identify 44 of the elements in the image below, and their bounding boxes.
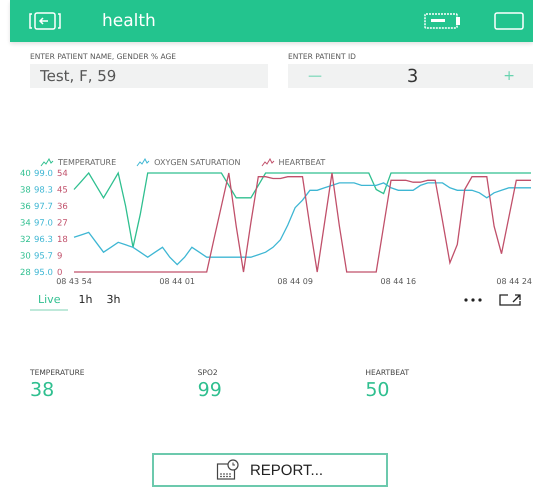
axis-tick-label: 38 [20, 186, 31, 196]
legend-label: TEMPERATURE [58, 158, 116, 166]
axis-tick-label: 98.3 [34, 186, 53, 196]
readout-value: 99 [198, 379, 223, 401]
window-icon[interactable] [493, 11, 525, 31]
axis-tick-label: 95.7 [34, 252, 53, 262]
app-title: health [102, 11, 157, 31]
axis-tick-label: 95.0 [34, 268, 53, 278]
axis-tick-label: 40 [20, 169, 31, 179]
axis-tick-label: 45 [57, 186, 68, 196]
axis-tick-label: 54 [57, 169, 68, 179]
readout-value: 50 [365, 379, 391, 401]
axis-tick-label: 9 [57, 252, 62, 262]
axis-tick-label: 99.0 [34, 169, 53, 179]
stepper-value: 3 [406, 66, 418, 86]
calendar-clock-icon [216, 459, 240, 481]
axis-tick-label: 32 [20, 235, 31, 245]
axis-tick-label: 08 44 16 [380, 277, 416, 286]
legend-label: HEARTBEAT [278, 158, 326, 166]
axis-tick-label: 18 [57, 235, 68, 245]
exit-icon[interactable] [28, 10, 62, 32]
axis-tick-label: 97.0 [34, 218, 53, 228]
expand-icon[interactable] [499, 293, 521, 307]
axis-tick-label: 30 [20, 252, 31, 262]
battery-icon[interactable] [423, 11, 463, 31]
axis-tick-label: 0 [57, 268, 62, 278]
axis-tick-label: 08 44 09 [277, 277, 313, 286]
axis-tick-label: 08 43 54 [56, 277, 92, 286]
axis-tick-label: 08 44 01 [159, 277, 195, 286]
axis-tick-label: 08 44 24 [496, 277, 532, 286]
axis-tick-label: 28 [20, 268, 31, 278]
axis-tick-label: 36 [57, 202, 68, 212]
legend-label: OXYGEN SATURATION [154, 158, 241, 166]
axis-tick-label: 27 [57, 218, 68, 228]
readout-value: 38 [30, 379, 56, 401]
range-tab[interactable]: 1h [74, 290, 96, 310]
report-button[interactable]: REPORT... [152, 453, 388, 487]
axis-tick-label: 96.3 [34, 235, 53, 245]
more-icon[interactable] [463, 297, 483, 303]
axis-tick-label: 36 [20, 202, 31, 212]
axis-tick-label: 97.7 [34, 202, 53, 212]
axis-tick-label: 34 [20, 218, 31, 228]
name-input-field[interactable]: Test, F, 59 [30, 64, 268, 88]
range-tab[interactable]: 3h [102, 290, 124, 310]
